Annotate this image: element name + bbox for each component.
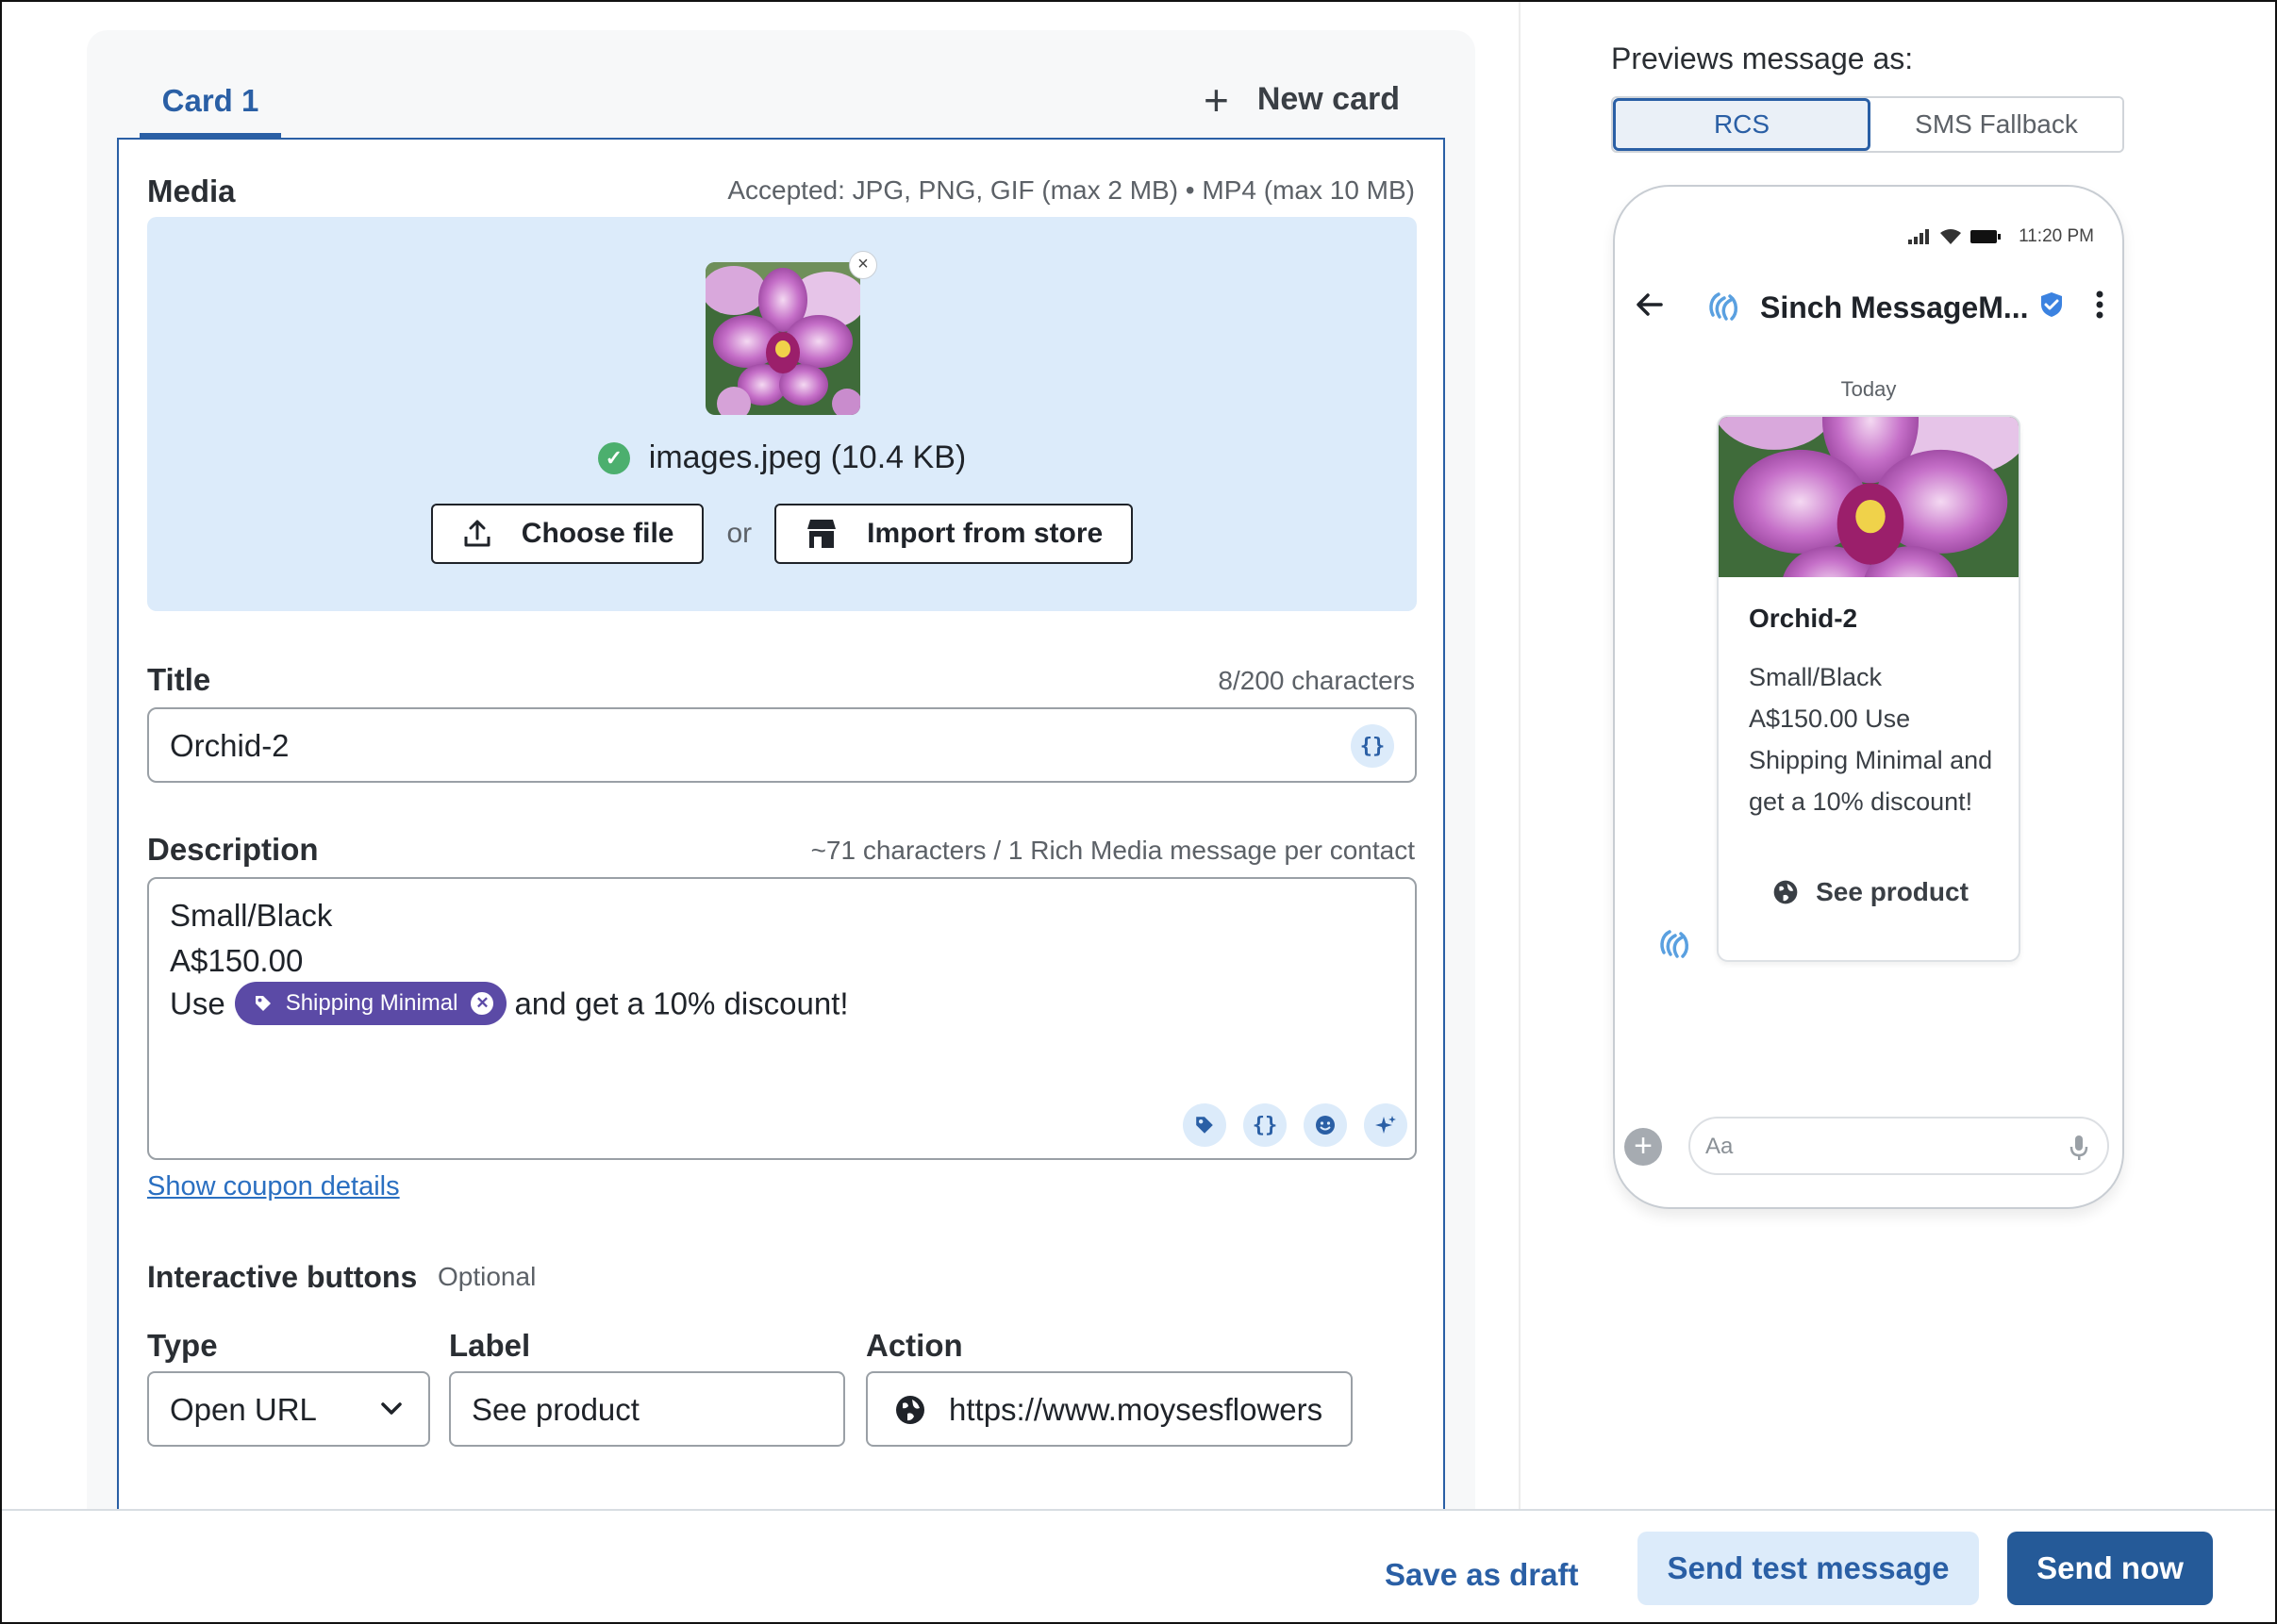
description-label: Description <box>147 832 319 867</box>
send-test-message-button[interactable]: Send test message <box>1637 1532 1979 1605</box>
tab-card-1[interactable]: Card 1 <box>140 79 281 138</box>
uploaded-file-info: ✓ images.jpeg (10.4 KB) <box>147 439 1417 476</box>
back-arrow-icon[interactable] <box>1634 289 1666 325</box>
insert-tag-icon[interactable] <box>1183 1103 1226 1147</box>
rich-card-title: Orchid-2 <box>1749 604 1858 633</box>
description-char-counter: ~71 characters / 1 Rich Media message pe… <box>810 836 1415 865</box>
globe-icon <box>1772 879 1799 905</box>
rich-card-description: Small/Black A$150.00 Use Shipping Minima… <box>1749 663 1993 816</box>
choose-file-button[interactable]: Choose file <box>430 504 705 564</box>
phone-preview: 11:20 PM Sinch MessageM... Today Orchid-… <box>1613 185 2124 1209</box>
rich-card-action-button[interactable]: See product <box>1719 877 2019 907</box>
add-attachment-icon[interactable]: + <box>1624 1128 1662 1166</box>
plus-icon: + <box>1203 75 1229 124</box>
wifi-icon <box>1940 229 1962 244</box>
emoji-icon[interactable] <box>1304 1103 1347 1147</box>
description-line-3: Use Shipping Minimal ✕ and get a 10% discou… <box>170 982 849 1028</box>
preview-heading: Previews message as: <box>1611 41 1914 75</box>
phone-status-bar: 11:20 PM <box>1907 226 2094 247</box>
show-coupon-details-link[interactable]: Show coupon details <box>147 1171 400 1202</box>
footer-action-bar: Save as draft Send test message Send now <box>2 1509 2275 1622</box>
remove-tag-icon[interactable]: ✕ <box>471 992 494 1015</box>
sender-name: Sinch MessageM... <box>1760 290 2029 324</box>
battery-icon <box>1970 230 2002 243</box>
card-form: Media Accepted: JPG, PNG, GIF (max 2 MB)… <box>117 138 1445 1533</box>
optional-hint: Optional <box>438 1262 537 1291</box>
import-from-store-button[interactable]: Import from store <box>774 504 1134 564</box>
chevron-down-icon <box>377 1394 406 1430</box>
sender-avatar-icon <box>1656 924 1694 967</box>
check-circle-icon: ✓ <box>597 441 630 474</box>
tag-icon <box>254 994 273 1013</box>
compose-bar: + Aa <box>1615 1117 2122 1177</box>
compose-input[interactable]: Aa <box>1688 1117 2109 1175</box>
rich-card-action-label: See product <box>1816 877 1969 906</box>
title-char-counter: 8/200 characters <box>1218 666 1415 695</box>
editor-column: Card 1 + New card Media Accepted: JPG, P… <box>2 2 1521 1533</box>
action-url-input[interactable]: https://www.moysesflowers <box>866 1371 1353 1447</box>
preview-sms-fallback-button[interactable]: SMS Fallback <box>1870 98 2122 151</box>
preview-mode-toggle: RCS SMS Fallback <box>1611 96 2124 153</box>
description-line-1: Small/Black <box>170 898 333 933</box>
rich-card-image <box>1719 417 2019 577</box>
choose-file-label: Choose file <box>521 518 674 549</box>
description-prefix: Use <box>170 986 225 1021</box>
media-thumbnail <box>706 262 860 415</box>
remove-media-button[interactable]: × <box>849 251 877 279</box>
button-type-value: Open URL <box>170 1392 317 1427</box>
phone-time: 11:20 PM <box>2019 226 2094 246</box>
media-actions: Choose file or Import from store <box>147 504 1417 564</box>
preview-column: Previews message as: RCS SMS Fallback 11… <box>1522 2 2277 1509</box>
upload-icon <box>461 518 493 550</box>
coupon-tag-label: Shipping Minimal <box>285 990 458 1016</box>
preview-rcs-button[interactable]: RCS <box>1613 98 1870 151</box>
date-divider: Today <box>1840 377 1897 401</box>
signal-icon <box>1908 229 1930 244</box>
globe-icon <box>894 1394 926 1433</box>
interactive-buttons-label: Interactive buttons <box>147 1260 418 1294</box>
or-separator: or <box>726 518 753 549</box>
button-type-select[interactable]: Open URL <box>147 1371 430 1447</box>
accepted-formats-hint: Accepted: JPG, PNG, GIF (max 2 MB) • MP4… <box>727 175 1415 205</box>
import-from-store-label: Import from store <box>867 518 1104 549</box>
file-name: images.jpeg (10.4 KB) <box>648 439 967 475</box>
ai-sparkle-icon[interactable] <box>1364 1103 1407 1147</box>
card-editor-panel: Card 1 + New card Media Accepted: JPG, P… <box>87 30 1475 1533</box>
new-card-button[interactable]: + New card <box>1203 75 1400 124</box>
description-suffix: and get a 10% discount! <box>514 986 849 1021</box>
more-options-icon[interactable] <box>2094 289 2105 325</box>
phone-chat-header: Sinch MessageM... <box>1615 277 2122 334</box>
card-tabs: Card 1 + New card <box>87 30 1475 138</box>
rich-card-preview: Orchid-2 Small/Black A$150.00 Use Shippi… <box>1717 415 2020 962</box>
label-label: Label <box>449 1328 531 1363</box>
button-label-input[interactable]: See product <box>449 1371 845 1447</box>
store-icon <box>805 518 839 550</box>
save-as-draft-button[interactable]: Save as draft <box>1362 1539 1601 1611</box>
action-url-value: https://www.moysesflowers <box>949 1392 1323 1427</box>
orchid-preview-image <box>1719 417 2019 577</box>
media-label: Media <box>147 174 236 208</box>
compose-placeholder: Aa <box>1705 1134 1734 1159</box>
title-label: Title <box>147 662 211 697</box>
title-variable-icon[interactable]: {} <box>1351 724 1394 768</box>
coupon-tag-chip[interactable]: Shipping Minimal ✕ <box>234 982 507 1025</box>
verified-badge-icon <box>2037 290 2066 323</box>
send-now-button[interactable]: Send now <box>2007 1532 2213 1605</box>
media-dropzone[interactable]: × ✓ images.jpeg (10.4 KB) Choose file or <box>147 217 1417 611</box>
type-label: Type <box>147 1328 218 1363</box>
microphone-icon[interactable] <box>2069 1134 2088 1168</box>
sinch-logo-icon <box>1705 287 1743 329</box>
orchid-image <box>706 262 860 415</box>
description-line-2: A$150.00 <box>170 943 304 978</box>
new-card-label: New card <box>1256 81 1400 117</box>
description-textarea[interactable]: Small/Black A$150.00 Use Shipping Minimal… <box>147 877 1417 1160</box>
title-input[interactable]: Orchid-2 <box>147 707 1417 783</box>
insert-variable-icon[interactable]: {} <box>1243 1103 1287 1147</box>
action-label: Action <box>866 1328 963 1363</box>
